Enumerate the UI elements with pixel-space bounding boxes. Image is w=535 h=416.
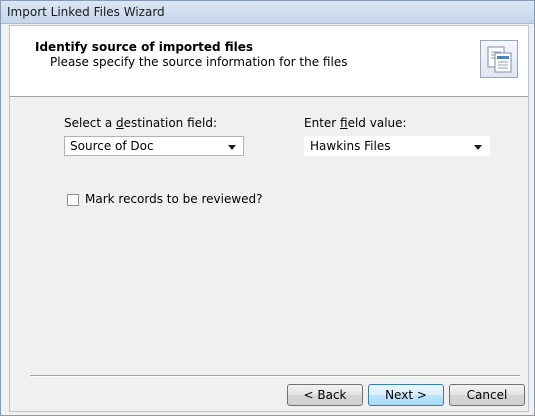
destination-field-label: Select a destination field: — [64, 116, 218, 130]
back-button[interactable]: < Back — [287, 384, 363, 406]
mark-reviewed-label[interactable]: Mark records to be reviewed? — [85, 192, 263, 206]
destination-field-select[interactable]: Source of Doc — [64, 136, 244, 156]
title-bar[interactable]: Import Linked Files Wizard — [1, 1, 534, 24]
field-value-text: Hawkins Files — [310, 139, 391, 153]
cancel-button[interactable]: Cancel — [449, 384, 525, 406]
field-value-label: Enter field value: — [304, 116, 407, 130]
mark-reviewed-checkbox[interactable] — [67, 194, 79, 206]
chevron-down-icon[interactable] — [228, 145, 236, 150]
wizard-header: Identify source of imported files Please… — [10, 26, 528, 97]
next-button[interactable]: Next > — [368, 384, 444, 406]
documents-icon — [480, 40, 518, 78]
field-value-combo[interactable]: Hawkins Files — [304, 136, 490, 156]
footer-divider — [30, 375, 520, 377]
chevron-down-icon[interactable] — [474, 145, 482, 150]
wizard-window: Import Linked Files Wizard Identify sour… — [0, 0, 535, 416]
wizard-content: Identify source of imported files Please… — [9, 25, 529, 412]
page-subtitle: Please specify the source information fo… — [50, 55, 348, 69]
destination-field-value: Source of Doc — [70, 139, 154, 153]
page-title: Identify source of imported files — [35, 40, 254, 54]
window-title: Import Linked Files Wizard — [7, 5, 165, 19]
